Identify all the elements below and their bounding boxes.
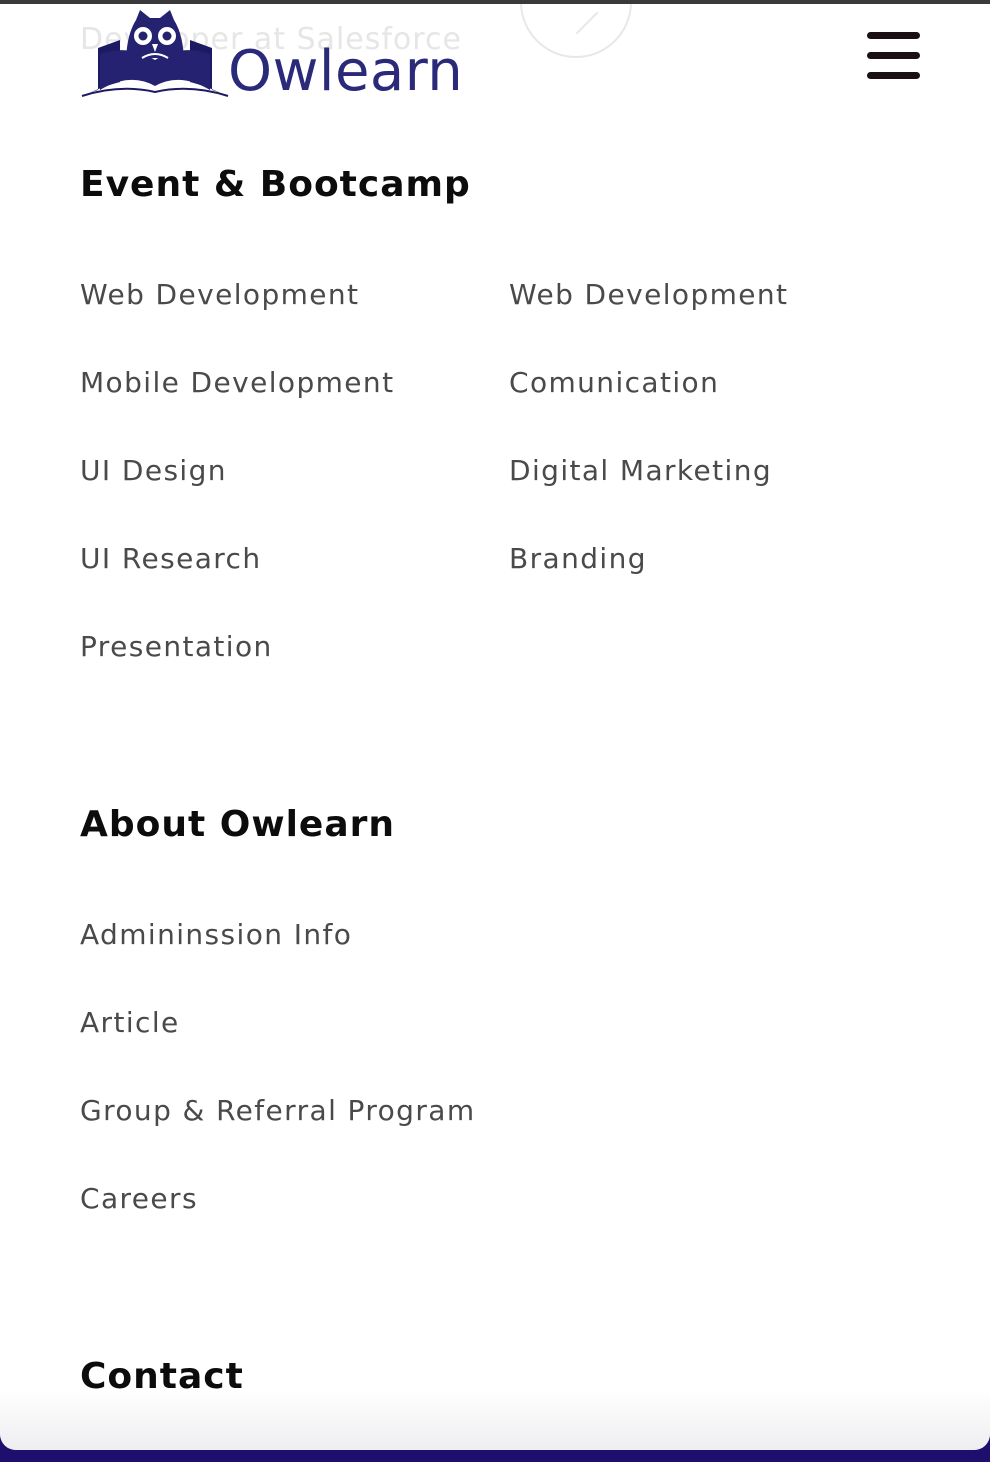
event-link-presentation[interactable]: Presentation <box>80 630 273 664</box>
event-link-web-development-2[interactable]: Web Development <box>509 278 788 312</box>
event-link-web-development[interactable]: Web Development <box>80 278 359 312</box>
about-link-admission-info[interactable]: Admininssion Info <box>80 918 352 952</box>
about-link-group-referral-program[interactable]: Group & Referral Program <box>80 1094 476 1128</box>
section-title-about-owlearn: About Owlearn <box>80 804 396 845</box>
owl-book-icon <box>81 10 229 97</box>
hamburger-menu-icon[interactable] <box>860 28 928 84</box>
brand-name: Owlearn <box>228 39 464 104</box>
event-link-ui-design[interactable]: UI Design <box>80 454 227 488</box>
menu-bar-middle <box>867 52 920 59</box>
event-link-comunication[interactable]: Comunication <box>509 366 719 400</box>
event-link-branding[interactable]: Branding <box>509 542 647 576</box>
event-link-mobile-development[interactable]: Mobile Development <box>80 366 394 400</box>
event-link-digital-marketing[interactable]: Digital Marketing <box>509 454 772 488</box>
menu-bar-bottom <box>867 72 920 79</box>
section-title-event-bootcamp: Event & Bootcamp <box>80 164 471 205</box>
owlearn-logo[interactable]: Owlearn <box>80 6 480 102</box>
menu-bar-top <box>867 32 920 39</box>
about-link-careers[interactable]: Careers <box>80 1182 198 1216</box>
about-link-article[interactable]: Article <box>80 1006 180 1040</box>
navigation-drawer: Developer at Salesforce Owlearn Event & … <box>0 4 990 1450</box>
event-link-ui-research[interactable]: UI Research <box>80 542 262 576</box>
panel-bottom-shadow <box>0 1390 990 1450</box>
